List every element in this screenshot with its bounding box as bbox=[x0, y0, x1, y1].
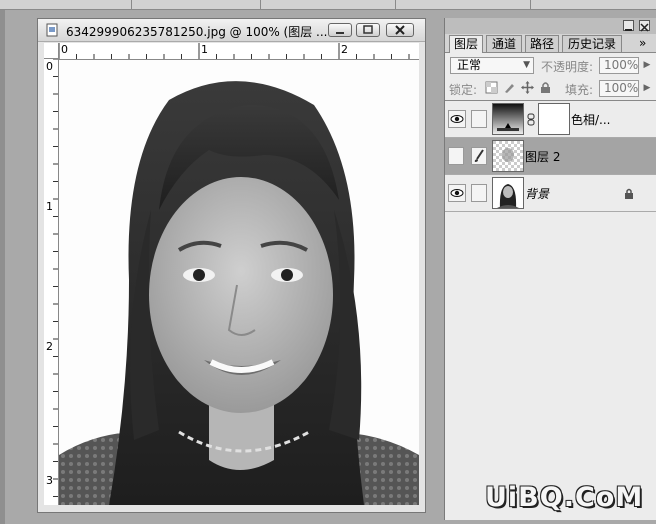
tab-paths[interactable]: 路径 bbox=[525, 35, 559, 52]
close-icon bbox=[395, 25, 405, 35]
ruler-left-label-3: 3 bbox=[46, 474, 53, 487]
fill-arrow-icon[interactable]: ▶ bbox=[641, 80, 653, 97]
lock-pixels-icon[interactable] bbox=[503, 81, 516, 94]
maximize-button[interactable] bbox=[356, 23, 380, 37]
ruler-left-label-0: 0 bbox=[46, 60, 53, 73]
ruler-top-label-0: 0 bbox=[61, 43, 68, 56]
horizontal-ruler[interactable]: 0 1 2 bbox=[59, 43, 419, 60]
lock-label: 锁定: bbox=[449, 83, 478, 97]
document-titlebar[interactable]: 634299906235781250.jpg @ 100% (图层 ... bbox=[38, 19, 425, 42]
lock-transparent-icon[interactable] bbox=[485, 81, 498, 94]
portrait-photo bbox=[59, 60, 419, 505]
blend-mode-select[interactable]: 正常 ▼ bbox=[450, 57, 534, 74]
watermark-logo: UiBQ.CoM bbox=[485, 482, 644, 513]
ruler-left-label-2: 2 bbox=[46, 340, 53, 353]
chevron-down-icon: ▼ bbox=[523, 60, 530, 70]
lock-icon bbox=[625, 188, 633, 199]
ruler-left-label-1: 1 bbox=[46, 200, 53, 213]
layer-link-box[interactable] bbox=[471, 110, 487, 128]
chain-link-icon[interactable] bbox=[527, 113, 535, 126]
layer-name: 色相/... bbox=[571, 113, 611, 127]
visibility-box[interactable] bbox=[448, 147, 464, 165]
eye-icon[interactable] bbox=[448, 110, 466, 128]
layer-link-box[interactable] bbox=[471, 184, 487, 202]
layer-row-adjustment[interactable]: 色相/... bbox=[445, 101, 656, 138]
layer-link-box[interactable] bbox=[471, 147, 487, 165]
panel-menu-icon[interactable]: » bbox=[639, 36, 646, 50]
document-icon bbox=[46, 23, 58, 37]
panel-tabs: 图层 通道 路径 历史记录 » bbox=[445, 34, 656, 53]
layers-empty-area bbox=[445, 214, 656, 520]
tab-history[interactable]: 历史记录 bbox=[562, 35, 622, 52]
minimize-icon bbox=[625, 29, 632, 31]
ruler-origin[interactable] bbox=[44, 43, 59, 59]
layer-thumbnail bbox=[492, 177, 524, 209]
opacity-input[interactable]: 100% bbox=[599, 57, 639, 74]
layer-thumbnail bbox=[492, 140, 524, 172]
layer-row-2[interactable]: 图层 2 bbox=[445, 138, 656, 175]
opacity-label: 不透明度: bbox=[541, 60, 594, 74]
panel-minimize-button[interactable] bbox=[623, 20, 634, 31]
layer-mask-thumbnail[interactable] bbox=[538, 103, 570, 135]
blend-opacity-row: 正常 ▼ 不透明度: 100% ▶ bbox=[445, 54, 656, 76]
opacity-arrow-icon[interactable]: ▶ bbox=[641, 57, 653, 74]
layers-list: 色相/... 图层 2 背景 bbox=[445, 100, 656, 215]
vertical-ruler[interactable]: 0 1 2 3 bbox=[44, 59, 59, 505]
lock-position-icon[interactable] bbox=[521, 81, 534, 94]
ruler-top-label-1: 1 bbox=[201, 43, 208, 56]
minimize-button[interactable] bbox=[328, 23, 352, 37]
lock-fill-row: 锁定: 填充: 100% ▶ bbox=[445, 77, 656, 99]
panel-close-button[interactable] bbox=[639, 20, 650, 32]
image-canvas[interactable] bbox=[59, 60, 419, 505]
lock-all-icon[interactable] bbox=[539, 81, 552, 94]
layer-name: 图层 2 bbox=[525, 150, 561, 164]
blend-mode-value: 正常 bbox=[457, 58, 482, 72]
application-top-strip bbox=[0, 0, 656, 10]
tab-channels[interactable]: 通道 bbox=[486, 35, 522, 52]
close-icon bbox=[640, 23, 649, 32]
brush-icon bbox=[474, 149, 484, 162]
minimize-icon bbox=[336, 32, 344, 34]
layer-row-background[interactable]: 背景 bbox=[445, 175, 656, 212]
layer-name: 背景 bbox=[525, 187, 550, 201]
tools-panel-edge bbox=[0, 10, 5, 524]
tab-layers[interactable]: 图层 bbox=[449, 35, 483, 53]
adjustment-gradient-icon bbox=[492, 103, 524, 135]
panel-header[interactable] bbox=[445, 18, 656, 34]
maximize-icon bbox=[363, 25, 373, 34]
document-title: 634299906235781250.jpg @ 100% (图层 ... bbox=[66, 25, 328, 39]
close-button[interactable] bbox=[386, 23, 414, 37]
layers-panel: 图层 通道 路径 历史记录 » 正常 ▼ 不透明度: 100% ▶ 锁定: 填充… bbox=[444, 18, 656, 520]
ruler-top-label-2: 2 bbox=[341, 43, 348, 56]
fill-input[interactable]: 100% bbox=[599, 80, 639, 97]
document-window: 634299906235781250.jpg @ 100% (图层 ... 0 … bbox=[37, 18, 426, 513]
fill-label: 填充: bbox=[565, 83, 594, 97]
eye-icon[interactable] bbox=[448, 184, 466, 202]
